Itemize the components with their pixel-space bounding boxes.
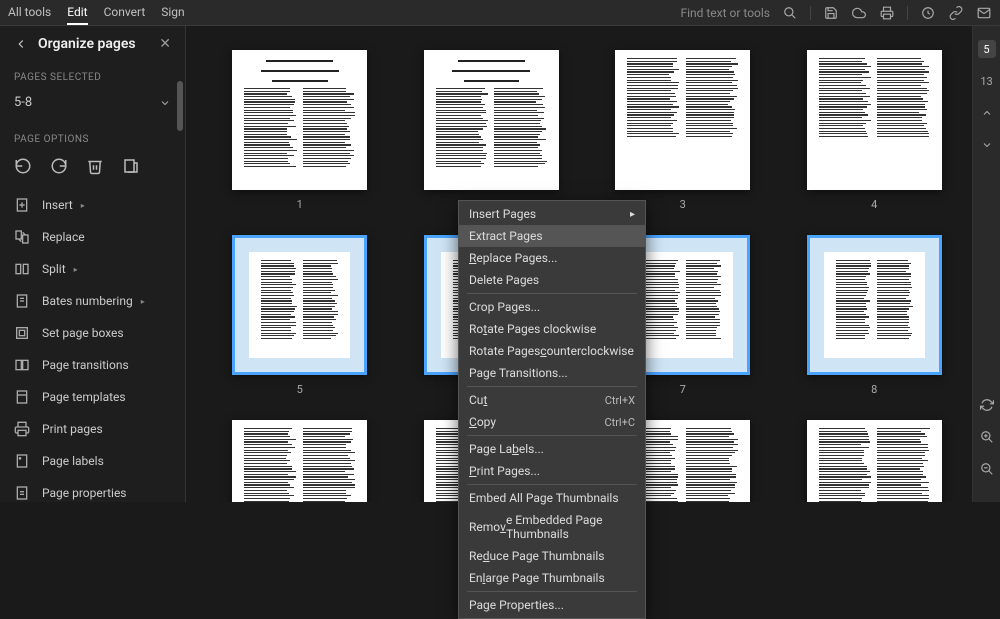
rail-refresh-icon[interactable] — [978, 396, 996, 414]
ctx-crop-pages[interactable]: Crop Pages... — [459, 296, 645, 318]
page-thumb[interactable] — [226, 420, 374, 502]
properties-option[interactable]: Page properties — [0, 477, 185, 502]
page-thumb[interactable]: 2 — [418, 50, 566, 211]
transitions-option[interactable]: Page transitions — [0, 349, 185, 381]
page-thumb[interactable]: 8 — [801, 235, 949, 396]
trash-icon[interactable] — [86, 157, 104, 175]
search-icon[interactable] — [782, 5, 798, 21]
thumb-number: 1 — [297, 198, 303, 211]
ctx-reduce[interactable]: Reduce Page Thumbnails — [459, 545, 645, 567]
topbar: All tools Edit Convert Sign Find text or… — [0, 0, 1000, 26]
context-menu: Insert Pages▸ Extract Pages Replace Page… — [458, 200, 646, 619]
page-thumb[interactable]: 4 — [801, 50, 949, 211]
undo-icon[interactable] — [14, 157, 32, 175]
tab-edit[interactable]: Edit — [67, 1, 87, 25]
thumb-number: 5 — [297, 383, 303, 396]
link-icon[interactable] — [948, 5, 964, 21]
back-icon[interactable] — [14, 37, 28, 51]
thumb-number: 4 — [871, 198, 877, 211]
redo-icon[interactable] — [50, 157, 68, 175]
ctx-page-props[interactable]: Page Properties... — [459, 594, 645, 616]
print-icon[interactable] — [879, 5, 895, 21]
ctx-embed-all[interactable]: Embed All Page Thumbnails — [459, 487, 645, 509]
ctx-extract-pages[interactable]: Extract Pages — [459, 225, 645, 247]
ctx-rotate-ccw[interactable]: Rotate Pages counterclockwise — [459, 340, 645, 362]
mail-icon[interactable] — [976, 5, 992, 21]
page-options-label: PAGE OPTIONS — [0, 124, 185, 151]
top-tabs: All tools Edit Convert Sign — [8, 1, 185, 25]
rail-zoomout-icon[interactable] — [978, 460, 996, 478]
thumb-number: 3 — [680, 198, 686, 211]
tab-sign[interactable]: Sign — [161, 1, 184, 25]
ctx-print-pages[interactable]: Print Pages... — [459, 460, 645, 482]
bates-option[interactable]: Bates numbering▸ — [0, 285, 185, 317]
insert-option[interactable]: Insert▸ — [0, 189, 185, 221]
tab-alltools[interactable]: All tools — [8, 1, 51, 25]
panel-title: Organize pages — [38, 36, 136, 52]
page-thumb[interactable] — [801, 420, 949, 502]
ctx-delete-pages[interactable]: Delete Pages — [459, 269, 645, 291]
ctx-cut[interactable]: CutCtrl+X — [459, 389, 645, 411]
ctx-rotate-cw[interactable]: Rotate Pages clockwise — [459, 318, 645, 340]
split-option[interactable]: Split▸ — [0, 253, 185, 285]
labels-option[interactable]: Page labels — [0, 445, 185, 477]
rail-zoomin-icon[interactable] — [978, 428, 996, 446]
chevron-down-icon — [159, 97, 171, 109]
page-thumb[interactable]: 1 — [226, 50, 374, 211]
ctx-enlarge[interactable]: Enlarge Page Thumbnails — [459, 567, 645, 589]
sidebar-scrollbar[interactable] — [177, 81, 183, 131]
share-icon[interactable] — [920, 5, 936, 21]
sidebar: Organize pages ✕ PAGES SELECTED 5-8 PAGE… — [0, 26, 186, 502]
replace-option[interactable]: Replace — [0, 221, 185, 253]
cloud-icon[interactable] — [851, 5, 867, 21]
templates-option[interactable]: Page templates — [0, 381, 185, 413]
ctx-remove-embedded[interactable]: Remove Embedded Page Thumbnails — [459, 509, 645, 545]
thumb-number: 7 — [680, 383, 686, 396]
tab-convert[interactable]: Convert — [104, 1, 146, 25]
right-rail: 5 13 — [972, 26, 1000, 502]
pages-selected-label: PAGES SELECTED — [0, 62, 185, 89]
page-thumb[interactable]: 3 — [609, 50, 757, 211]
rail-total-pages: 13 — [978, 72, 996, 90]
thumb-number: 8 — [871, 383, 877, 396]
print-option[interactable]: Print pages — [0, 413, 185, 445]
extract-icon[interactable] — [122, 157, 140, 175]
close-icon[interactable]: ✕ — [159, 36, 171, 52]
rail-down-icon[interactable] — [978, 136, 996, 154]
ctx-insert-pages[interactable]: Insert Pages▸ — [459, 203, 645, 225]
ctx-replace-pages[interactable]: Replace Pages... — [459, 247, 645, 269]
ctx-page-labels[interactable]: Page Labels... — [459, 438, 645, 460]
page-thumb[interactable]: 5 — [226, 235, 374, 396]
setboxes-option[interactable]: Set page boxes — [0, 317, 185, 349]
ctx-copy[interactable]: CopyCtrl+C — [459, 411, 645, 433]
page-range-select[interactable]: 5-8 — [0, 89, 185, 124]
search-input[interactable]: Find text or tools — [680, 6, 770, 20]
save-icon[interactable] — [823, 5, 839, 21]
rail-current-page[interactable]: 5 — [978, 40, 996, 58]
rail-up-icon[interactable] — [978, 104, 996, 122]
ctx-transitions[interactable]: Page Transitions... — [459, 362, 645, 384]
